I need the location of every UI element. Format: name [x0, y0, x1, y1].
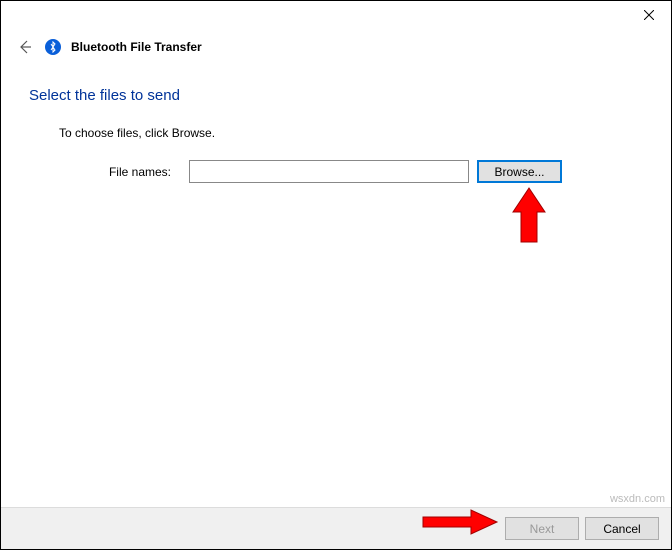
close-icon — [644, 10, 654, 20]
bluetooth-icon — [45, 39, 61, 55]
content-area: Select the files to send To choose files… — [1, 67, 671, 183]
header: Bluetooth File Transfer — [1, 31, 671, 67]
cancel-button-label: Cancel — [603, 522, 640, 536]
file-names-input[interactable] — [189, 160, 469, 183]
next-button-label: Next — [530, 522, 555, 536]
annotation-arrow-up — [509, 186, 549, 251]
file-row: File names: Browse... — [59, 160, 643, 183]
back-arrow-icon — [17, 39, 33, 55]
titlebar — [1, 1, 671, 31]
watermark: wsxdn.com — [610, 493, 665, 505]
back-button[interactable] — [15, 37, 35, 57]
arrow-up-icon — [509, 186, 549, 246]
page-heading: Select the files to send — [29, 87, 643, 104]
file-names-label: File names: — [59, 165, 189, 179]
window-title: Bluetooth File Transfer — [71, 40, 202, 54]
annotation-arrow-right — [421, 508, 499, 541]
instruction-text: To choose files, click Browse. — [59, 126, 643, 140]
next-button[interactable]: Next — [505, 517, 579, 540]
browse-button[interactable]: Browse... — [477, 160, 562, 183]
footer: Next Cancel — [1, 507, 671, 549]
cancel-button[interactable]: Cancel — [585, 517, 659, 540]
close-button[interactable] — [626, 1, 671, 29]
arrow-right-icon — [421, 508, 499, 536]
browse-button-label: Browse... — [494, 165, 544, 179]
